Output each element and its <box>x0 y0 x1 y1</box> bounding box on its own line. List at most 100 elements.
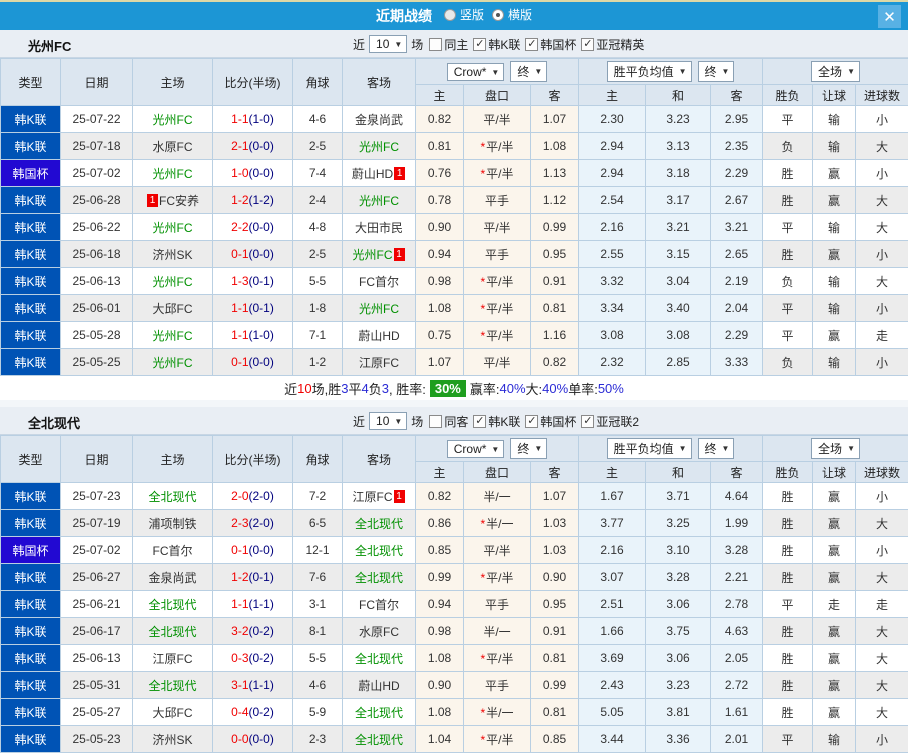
record-summary: 近 10 场,胜 3 平 4 负 3, 胜率: 30% 赢率: 40% 大: 40% 单率: 50% <box>0 376 908 400</box>
euro-draw-odds: 3.13 <box>645 132 711 160</box>
asian-period-select[interactable]: 终 ▼ <box>510 61 548 82</box>
result-outcome: 平 <box>762 725 814 753</box>
summary-segment: 40% <box>542 380 569 396</box>
away-team: 全北现代 <box>342 509 416 537</box>
handicap-outcome: 赢 <box>812 698 857 726</box>
away-team: 全北现代 <box>342 698 416 726</box>
corner-count: 8-1 <box>292 617 343 645</box>
league-type-badge: 韩K联 <box>0 644 61 672</box>
column-header-sub: 进球数 <box>855 84 908 106</box>
match-date: 25-07-18 <box>60 132 133 160</box>
euro-draw-odds: 3.08 <box>645 321 711 349</box>
league-filter-checkbox[interactable]: ✓ 亚冠联2 <box>581 413 639 430</box>
euro-away-odds: 2.78 <box>709 590 764 618</box>
handicap-line: *半/一 <box>463 509 531 537</box>
team-label: 光州FC <box>359 301 399 316</box>
layout-radio-vertical[interactable]: 竖版 <box>443 6 484 23</box>
handicap-line: 平/半 <box>463 105 531 133</box>
away-team: 光州FC <box>342 132 416 160</box>
asian-away-odds: 1.12 <box>530 186 579 214</box>
bookmaker-select[interactable]: Crow* ▼ <box>446 63 505 81</box>
league-filter-checkbox[interactable]: ✓ 韩K联 <box>473 36 520 53</box>
asian-away-odds: 1.03 <box>530 536 579 564</box>
handicap-line: 平手 <box>463 671 531 699</box>
euro-away-odds: 2.21 <box>709 563 764 591</box>
asian-home-odds: 0.75 <box>415 321 464 349</box>
league-filter-checkbox[interactable]: ✓ 亚冠精英 <box>581 36 644 53</box>
scope-select[interactable]: 全场 ▼ <box>811 61 860 82</box>
checkbox-unchecked-icon: ✓ <box>429 414 443 428</box>
moved-line-star: * <box>480 732 486 747</box>
same-venue-checkbox[interactable]: ✓ 同客 <box>429 413 468 430</box>
scope-select[interactable]: 全场 ▼ <box>811 438 860 459</box>
select-value: Crow* <box>453 65 487 79</box>
summary-segment: 30% <box>429 379 466 397</box>
layout-radio-horizontal[interactable]: 横版 <box>492 6 532 23</box>
corner-count: 4-6 <box>292 105 343 133</box>
euro-draw-odds: 3.06 <box>645 644 711 672</box>
team-name: 光州FC <box>28 39 72 54</box>
filter-bar: 光州FC 近 10 ▼ 场 ✓ 同主 ✓ 韩K联 ✓ 韩国杯 ✓ 亚冠精英 <box>0 30 908 58</box>
result-outcome: 平 <box>762 213 814 241</box>
euro-period-select[interactable]: 终 ▼ <box>697 61 735 82</box>
close-button[interactable]: ✕ <box>878 5 901 28</box>
radio-icon <box>443 8 456 21</box>
match-score: 0-1(0-0) <box>212 240 293 268</box>
corner-count: 2-5 <box>292 132 343 160</box>
handicap-line: 平手 <box>463 186 531 214</box>
outcome-controls: 全场 ▼ <box>762 58 908 85</box>
asian-away-odds: 0.85 <box>530 725 579 753</box>
corner-count: 5-9 <box>292 698 343 726</box>
asian-home-odds: 0.90 <box>415 213 464 241</box>
euro-metric-select[interactable]: 胜平负均值 ▼ <box>606 61 692 82</box>
team-label: 光州FC <box>152 112 193 127</box>
team-label: 济州SK <box>152 247 193 262</box>
matches-label: 场 <box>411 37 424 52</box>
team-label: FC安养 <box>159 193 199 208</box>
column-header-sub: 客 <box>709 461 764 483</box>
euro-away-odds: 2.29 <box>709 159 764 187</box>
asian-home-odds: 1.04 <box>415 725 464 753</box>
away-team: FC首尔 <box>342 267 416 295</box>
euro-home-odds: 2.54 <box>578 186 646 214</box>
team-label: 大邱FC <box>152 705 193 720</box>
match-row: 韩K联 25-07-23 全北现代 2-0(2-0) 7-2 江原FC 1 0.82 半/一 1.… <box>0 482 908 510</box>
same-venue-checkbox[interactable]: ✓ 同主 <box>429 36 468 53</box>
match-count-select[interactable]: 10 ▼ <box>369 35 408 53</box>
league-filter-checkbox[interactable]: ✓ 韩K联 <box>473 413 520 430</box>
match-date: 25-06-28 <box>60 186 133 214</box>
goals-outcome: 小 <box>855 294 908 322</box>
asian-away-odds: 0.81 <box>530 294 579 322</box>
match-count-select[interactable]: 10 ▼ <box>369 412 408 430</box>
team-label: 全北现代 <box>354 543 403 558</box>
column-header-sub: 胜负 <box>762 84 814 106</box>
match-row: 韩K联 25-05-28 光州FC 1-1(1-0) 7-1 蔚山HD 0.75 *平/半 1.… <box>0 321 908 349</box>
moved-line-star: * <box>480 570 486 585</box>
league-type-badge: 韩K联 <box>0 348 61 376</box>
euro-away-odds: 2.72 <box>709 671 764 699</box>
corner-count: 1-2 <box>292 348 343 376</box>
match-row: 韩K联 25-06-17 全北现代 3-2(0-2) 8-1 水原FC 0.98 半/一 0.9… <box>0 617 908 645</box>
away-team: 蔚山HD <box>342 671 416 699</box>
handicap-line: *平/半 <box>463 725 531 753</box>
asian-home-odds: 0.90 <box>415 671 464 699</box>
column-header-sub: 盘口 <box>463 461 531 483</box>
league-type-badge: 韩K联 <box>0 563 61 591</box>
match-score: 1-1(1-1) <box>212 590 293 618</box>
match-row: 韩国杯 25-07-02 FC首尔 0-1(0-0) 12-1 全北现代 0.85 平/半 1.… <box>0 536 908 564</box>
euro-home-odds: 3.44 <box>578 725 646 753</box>
league-filter-checkbox[interactable]: ✓ 韩国杯 <box>525 413 576 430</box>
corner-count: 4-6 <box>292 671 343 699</box>
match-score: 3-2(0-2) <box>212 617 293 645</box>
column-header-sub: 让球 <box>812 84 857 106</box>
bookmaker-select[interactable]: Crow* ▼ <box>446 440 505 458</box>
euro-draw-odds: 3.36 <box>645 725 711 753</box>
team-label: 光州FC <box>152 220 193 235</box>
euro-period-select[interactable]: 终 ▼ <box>697 438 735 459</box>
corner-count: 2-5 <box>292 240 343 268</box>
euro-metric-select[interactable]: 胜平负均值 ▼ <box>606 438 692 459</box>
asian-period-select[interactable]: 终 ▼ <box>510 438 548 459</box>
column-header-sub: 主 <box>578 461 646 483</box>
rank-badge: 1 <box>147 193 158 207</box>
league-filter-checkbox[interactable]: ✓ 韩国杯 <box>525 36 576 53</box>
